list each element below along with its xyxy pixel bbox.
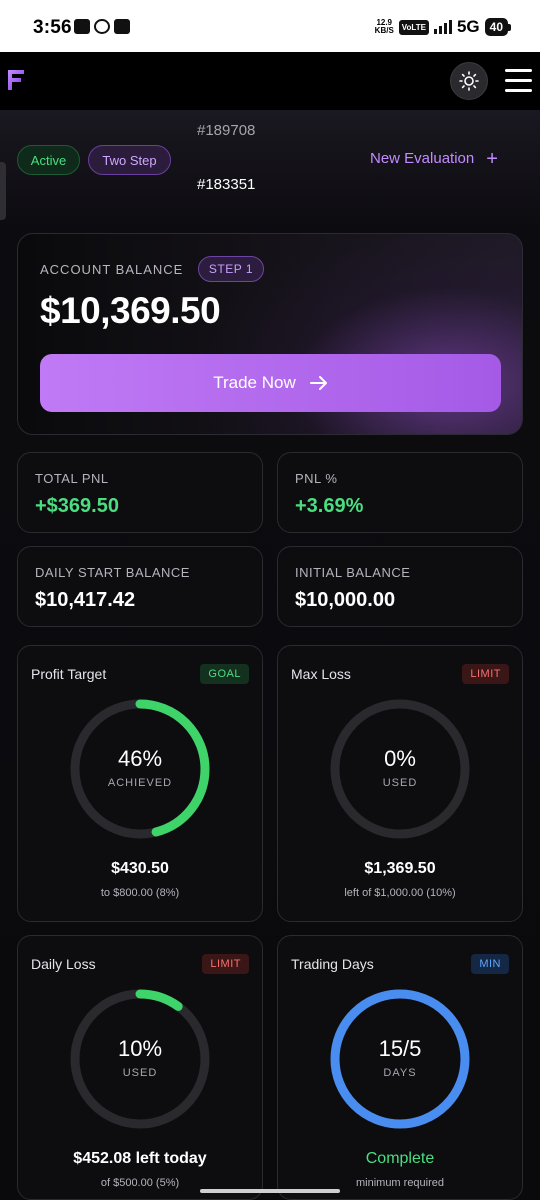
account-balance-value: $10,369.50 <box>40 290 221 331</box>
gauge-title: Profit Target <box>31 666 107 682</box>
whatsapp-icon <box>94 19 110 34</box>
status-indicators: 12.9 KB/S VoLTE 5G 40 <box>375 17 512 37</box>
status-badge[interactable]: Active <box>17 145 80 175</box>
telegram-icon <box>74 19 90 34</box>
gauge-note: to $800.00 (8%) <box>100 887 180 899</box>
theme-toggle-button[interactable] <box>450 62 488 100</box>
gauge-title: Max Loss <box>291 666 351 682</box>
gauge-note: minimum required <box>355 1177 445 1189</box>
stat-label: INITIAL BALANCE <box>295 565 411 580</box>
gauge-percent: 0% <box>384 746 416 771</box>
limit-badge: LIMIT <box>202 954 249 974</box>
app-header <box>0 52 540 110</box>
notification-icons <box>74 19 130 34</box>
max-loss-card: Max Loss LIMIT 0% USED $1,369.50 left of… <box>277 645 523 922</box>
gauge-title: Trading Days <box>291 956 374 972</box>
stat-label: TOTAL PNL <box>35 471 109 486</box>
initial-balance-card: INITIAL BALANCE $10,000.00 <box>277 546 523 627</box>
network-type: 5G <box>456 17 480 36</box>
network-speed: 12.9 KB/S <box>375 19 394 35</box>
new-evaluation-button[interactable]: New Evaluation + <box>370 147 498 170</box>
youtube-icon <box>114 19 130 34</box>
daily-loss-card: Daily Loss LIMIT 10% USED $452.08 left t… <box>17 935 263 1200</box>
gauge-sub: DAYS <box>383 1067 417 1079</box>
status-bar: 3:56 12.9 KB/S VoLTE 5G 40 <box>0 0 540 52</box>
gauge-amount: $430.50 <box>111 860 169 877</box>
new-evaluation-label: New Evaluation <box>370 150 475 167</box>
stat-value: $10,000.00 <box>295 589 396 611</box>
hamburger-menu-icon[interactable] <box>505 69 532 93</box>
goal-badge: GOAL <box>200 664 249 684</box>
account-balance-card: ACCOUNT BALANCE STEP 1 $10,369.50 Trade … <box>17 233 523 435</box>
home-indicator[interactable] <box>200 1189 340 1193</box>
stat-value: $10,417.42 <box>35 589 136 611</box>
status-time: 3:56 <box>33 17 72 38</box>
speed-unit: KB/S <box>374 26 394 35</box>
gauge-sub: USED <box>122 1067 158 1079</box>
account-id-option[interactable]: #189708 <box>197 122 255 139</box>
logo-icon[interactable] <box>8 70 24 90</box>
gauge-title: Daily Loss <box>31 956 96 972</box>
account-type-badge[interactable]: Two Step <box>88 145 171 175</box>
side-drawer-handle[interactable] <box>0 162 6 220</box>
stat-label: DAILY START BALANCE <box>35 565 190 580</box>
gauge-sub: ACHIEVED <box>107 777 173 789</box>
gauge-note: left of $1,000.00 (10%) <box>344 887 456 899</box>
profit-target-card: Profit Target GOAL 46% ACHIEVED $430.50 … <box>17 645 263 922</box>
gauge-amount: $1,369.50 <box>364 860 436 877</box>
stat-value: +$369.50 <box>35 495 119 517</box>
arrow-right-icon <box>309 376 327 390</box>
gauge-percent: 10% <box>117 1036 163 1061</box>
daily-start-balance-card: DAILY START BALANCE $10,417.42 <box>17 546 263 627</box>
step-badge: STEP 1 <box>198 256 264 282</box>
gauge-percent: 46% <box>117 746 163 771</box>
min-badge: MIN <box>471 954 509 974</box>
gauge-sub: USED <box>382 777 418 789</box>
limit-badge: LIMIT <box>462 664 509 684</box>
stat-value: +3.69% <box>295 495 364 517</box>
account-id-selected[interactable]: #183351 <box>197 176 255 193</box>
plus-icon: + <box>486 147 498 170</box>
gauge-amount: Complete <box>365 1150 435 1167</box>
account-balance-label: ACCOUNT BALANCE <box>40 262 184 277</box>
trading-days-card: Trading Days MIN 15/5 DAYS Complete mini… <box>277 935 523 1200</box>
trade-now-label: Trade Now <box>213 373 296 392</box>
volte-badge: VoLTE <box>398 19 429 35</box>
battery-icon: 40 <box>484 18 512 36</box>
sun-icon <box>459 71 479 91</box>
pnl-percent-card: PNL % +3.69% <box>277 452 523 533</box>
gauge-note: of $500.00 (5%) <box>100 1177 180 1189</box>
signal-icon <box>433 20 452 34</box>
total-pnl-card: TOTAL PNL +$369.50 <box>17 452 263 533</box>
stat-label: PNL % <box>295 471 338 486</box>
gauge-amount: $452.08 left today <box>73 1150 207 1167</box>
trade-now-button[interactable]: Trade Now <box>40 354 501 412</box>
gauge-percent: 15/5 <box>378 1036 422 1061</box>
